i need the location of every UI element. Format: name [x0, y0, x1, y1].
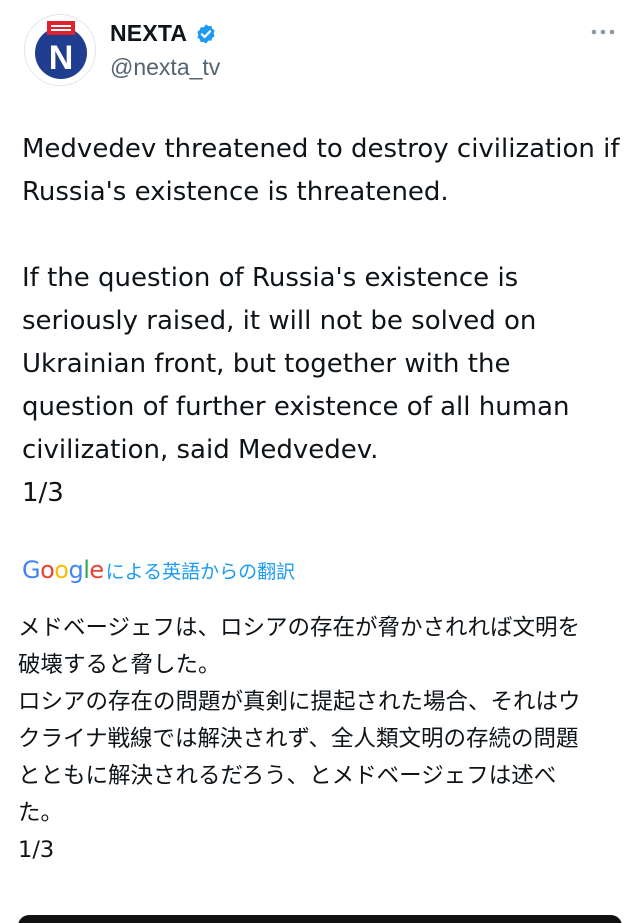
tweet-header: N NEXTA @nexta_tv — [0, 0, 640, 100]
translate-link[interactable]: Google による英語からの翻訳 — [22, 556, 295, 584]
verified-badge-icon — [197, 23, 215, 44]
google-logo-icon: Google — [22, 556, 104, 584]
bottom-edge-bar — [18, 915, 622, 923]
avatar-letter: N — [49, 39, 74, 77]
account-handle[interactable]: @nexta_tv — [110, 54, 220, 81]
account-name[interactable]: NEXTA — [110, 20, 187, 47]
more-options-icon[interactable] — [590, 22, 616, 42]
nexta-logo-icon: N — [25, 15, 95, 85]
translation-label[interactable]: による英語からの翻訳 — [106, 557, 295, 584]
account-name-row[interactable]: NEXTA — [110, 20, 217, 47]
translated-text: メドベージェフは、ロシアの存在が脅かされれば文明を 破壊すると脅した。 ロシアの… — [18, 615, 581, 863]
avatar[interactable]: N — [24, 14, 96, 86]
tweet-text: Medvedev threatened to destroy civilizat… — [22, 134, 620, 508]
